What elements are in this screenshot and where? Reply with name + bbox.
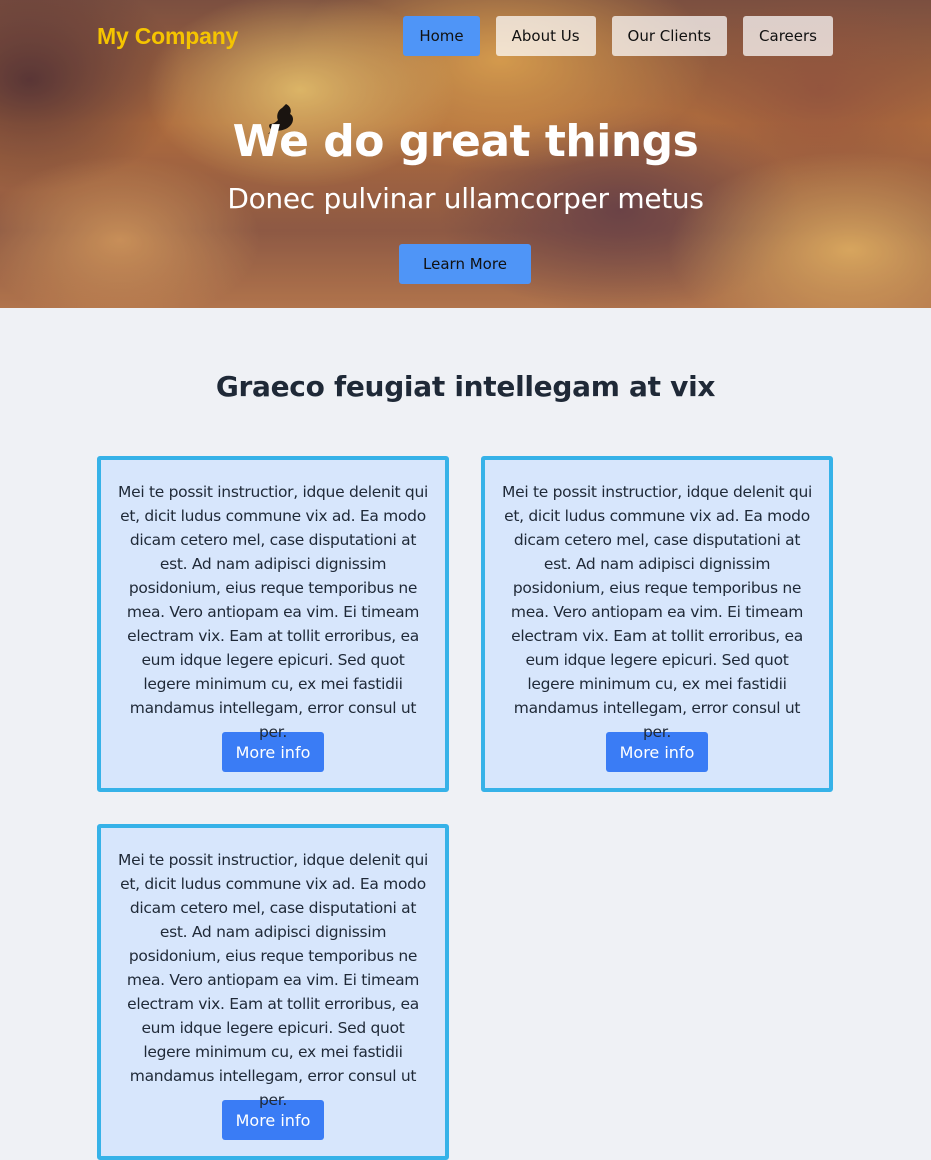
- hero-banner: My Company Home About Us Our Clients Car…: [0, 0, 931, 308]
- brand-logo[interactable]: My Company: [97, 23, 238, 50]
- card-text: Mei te possit instructior, idque delenit…: [118, 483, 428, 741]
- nav-menu: Home About Us Our Clients Careers: [403, 16, 833, 56]
- info-card: Mei te possit instructior, idque delenit…: [97, 456, 449, 792]
- nav-item-careers[interactable]: Careers: [743, 16, 833, 56]
- info-card: Mei te possit instructior, idque delenit…: [97, 824, 449, 1160]
- card-text: Mei te possit instructior, idque delenit…: [502, 483, 812, 741]
- card-text: Mei te possit instructior, idque delenit…: [118, 851, 428, 1109]
- nav-item-home[interactable]: Home: [403, 16, 480, 56]
- learn-more-button[interactable]: Learn More: [399, 244, 531, 284]
- section-title: Graeco feugiat intellegam at vix: [215, 370, 716, 403]
- navbar: My Company Home About Us Our Clients Car…: [97, 16, 833, 56]
- nav-item-our-clients[interactable]: Our Clients: [611, 16, 728, 56]
- nav-item-about-us[interactable]: About Us: [495, 16, 596, 56]
- info-card: Mei te possit instructior, idque delenit…: [481, 456, 833, 792]
- hero-title: We do great things: [232, 116, 699, 167]
- hero-subtitle: Donec pulvinar ullamcorper metus: [227, 182, 704, 215]
